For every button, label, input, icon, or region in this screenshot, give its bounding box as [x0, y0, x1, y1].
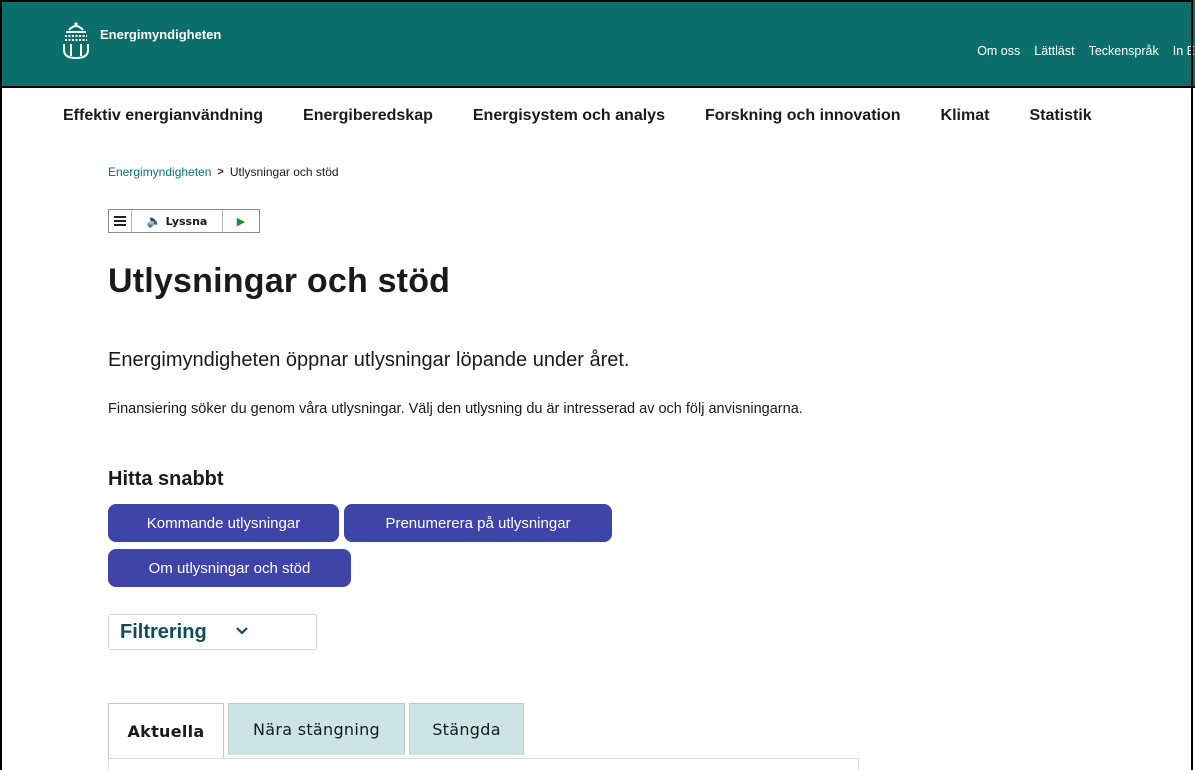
logo-text: Energimyndigheten: [100, 27, 222, 42]
about-calls-button[interactable]: Om utlysningar och stöd: [108, 549, 351, 587]
filter-label: Filtrering: [120, 620, 207, 643]
tab-stangda[interactable]: Stängda: [409, 703, 524, 755]
utility-links: Om oss Lättläst Teckenspråk In E: [963, 44, 1195, 58]
upcoming-calls-button[interactable]: Kommande utlysningar: [108, 504, 339, 542]
nav-item-effektiv-energianvandning[interactable]: Effektiv energianvändning: [63, 107, 263, 125]
nav-item-statistik[interactable]: Statistik: [1029, 107, 1091, 125]
listen-button[interactable]: 🔈 Lyssna: [132, 210, 223, 232]
nav-item-forskning-och-innovation[interactable]: Forskning och innovation: [705, 107, 901, 125]
speaker-icon: 🔈: [146, 214, 162, 228]
filter-dropdown[interactable]: Filtrering: [108, 614, 317, 650]
breadcrumb-separator-icon: >: [217, 166, 224, 178]
menu-icon[interactable]: [109, 210, 132, 232]
lead-text: Energimyndigheten öppnar utlysningar löp…: [108, 349, 630, 371]
play-icon[interactable]: ▶: [223, 210, 259, 232]
tab-list: Aktuella Nära stängning Stängda: [108, 703, 528, 759]
breadcrumb-home-link[interactable]: Energimyndigheten: [108, 165, 211, 179]
tab-aktuella[interactable]: Aktuella: [108, 703, 224, 759]
link-lattlast[interactable]: Lättläst: [1034, 44, 1074, 58]
link-om-oss[interactable]: Om oss: [977, 44, 1020, 58]
nav-item-energisystem-och-analys[interactable]: Energisystem och analys: [473, 107, 665, 125]
link-teckensprak[interactable]: Teckenspråk: [1089, 44, 1159, 58]
nav-item-klimat[interactable]: Klimat: [941, 107, 990, 125]
chevron-down-icon: [235, 623, 249, 641]
page-title: Utlysningar och stöd: [108, 262, 451, 300]
subscribe-calls-button[interactable]: Prenumerera på utlysningar: [344, 504, 612, 542]
breadcrumb-current: Utlysningar och stöd: [229, 165, 339, 179]
nav-item-energiberedskap[interactable]: Energiberedskap: [303, 107, 433, 125]
listen-label: Lyssna: [165, 214, 208, 228]
main-nav: Effektiv energianvändning Energiberedska…: [63, 107, 1092, 125]
breadcrumb: Energimyndigheten > Utlysningar och stöd: [108, 165, 339, 179]
tab-panel: [108, 758, 859, 770]
logo-link[interactable]: Energimyndigheten: [60, 20, 221, 65]
body-text: Finansiering söker du genom våra utlysni…: [108, 401, 803, 417]
quick-links-heading: Hitta snabbt: [108, 468, 224, 490]
site-header: Energimyndigheten Om oss Lättläst Tecken…: [0, 0, 1195, 88]
listen-player: 🔈 Lyssna ▶: [108, 209, 260, 233]
tab-nara-stangning[interactable]: Nära stängning: [228, 703, 405, 755]
link-in-english[interactable]: In E: [1173, 44, 1195, 58]
crown-logo-icon: [60, 20, 92, 65]
